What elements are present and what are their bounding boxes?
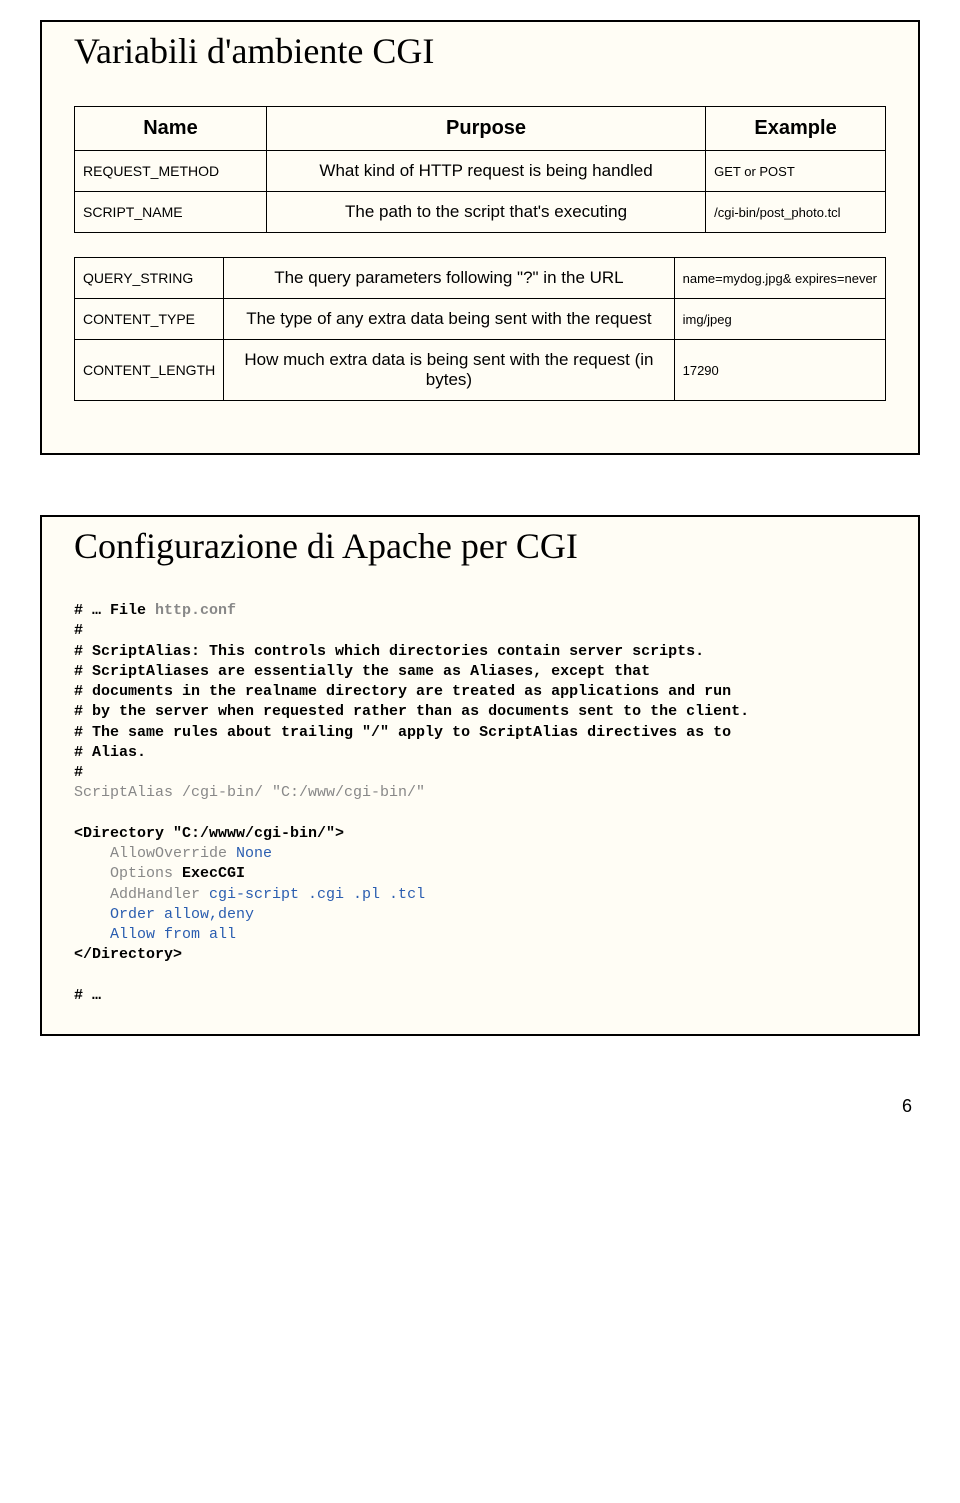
table-row: CONTENT_TYPE The type of any extra data … (75, 299, 886, 340)
code-line: AddHandler cgi-script .cgi .pl .tcl (74, 886, 425, 903)
table-row: QUERY_STRING The query parameters follow… (75, 258, 886, 299)
table-group-2: QUERY_STRING The query parameters follow… (74, 257, 886, 401)
code-line: # Alias. (74, 744, 146, 761)
slide-cgi-env-vars: Variabili d'ambiente CGI Name Purpose Ex… (40, 20, 920, 455)
code-line: # (74, 764, 83, 781)
cell-purpose: How much extra data is being sent with t… (224, 340, 674, 401)
col-example: Example (706, 107, 886, 151)
code-line: # ScriptAliases are essentially the same… (74, 663, 650, 680)
cell-example: name=mydog.jpg& expires=never (674, 258, 885, 299)
cell-example: img/jpeg (674, 299, 885, 340)
code-line: <Directory "C:/wwww/cgi-bin/"> (74, 825, 344, 842)
code-line: ScriptAlias /cgi-bin/ "C:/www/cgi-bin/" (74, 784, 425, 801)
cell-purpose: The query parameters following "?" in th… (224, 258, 674, 299)
code-line: # documents in the realname directory ar… (74, 683, 731, 700)
code-line: # … File http.conf (74, 602, 236, 619)
config-code-block: # … File http.conf # # ScriptAlias: This… (74, 601, 886, 1006)
code-line: Options ExecCGI (74, 865, 245, 882)
page-number: 6 (40, 1096, 920, 1117)
cell-example: 17290 (674, 340, 885, 401)
cell-name: SCRIPT_NAME (75, 192, 267, 233)
table-group-1: Name Purpose Example REQUEST_METHOD What… (74, 106, 886, 233)
cell-example: /cgi-bin/post_photo.tcl (706, 192, 886, 233)
code-line: # The same rules about trailing "/" appl… (74, 724, 731, 741)
code-line: Order allow,deny (74, 906, 254, 923)
table-header-row: Name Purpose Example (75, 107, 886, 151)
cell-purpose: The type of any extra data being sent wi… (224, 299, 674, 340)
table-row: REQUEST_METHOD What kind of HTTP request… (75, 151, 886, 192)
cgi-vars-table-1: Name Purpose Example REQUEST_METHOD What… (74, 106, 886, 233)
code-line: AllowOverride None (74, 845, 272, 862)
cell-example: GET or POST (706, 151, 886, 192)
slide-apache-cgi-config: Configurazione di Apache per CGI # … Fil… (40, 515, 920, 1036)
code-line: # … (74, 987, 101, 1004)
cell-name: QUERY_STRING (75, 258, 224, 299)
cell-name: REQUEST_METHOD (75, 151, 267, 192)
slide-title: Configurazione di Apache per CGI (74, 525, 590, 567)
cgi-vars-table-2: QUERY_STRING The query parameters follow… (74, 257, 886, 401)
slide-title: Variabili d'ambiente CGI (74, 30, 446, 72)
cell-name: CONTENT_LENGTH (75, 340, 224, 401)
table-row: CONTENT_LENGTH How much extra data is be… (75, 340, 886, 401)
cell-purpose: The path to the script that's executing (266, 192, 705, 233)
table-row: SCRIPT_NAME The path to the script that'… (75, 192, 886, 233)
code-line: # ScriptAlias: This controls which direc… (74, 643, 704, 660)
code-line: Allow from all (74, 926, 236, 943)
cell-purpose: What kind of HTTP request is being handl… (266, 151, 705, 192)
code-line: # (74, 622, 83, 639)
code-line: </Directory> (74, 946, 182, 963)
col-purpose: Purpose (266, 107, 705, 151)
code-line: # by the server when requested rather th… (74, 703, 749, 720)
col-name: Name (75, 107, 267, 151)
cell-name: CONTENT_TYPE (75, 299, 224, 340)
